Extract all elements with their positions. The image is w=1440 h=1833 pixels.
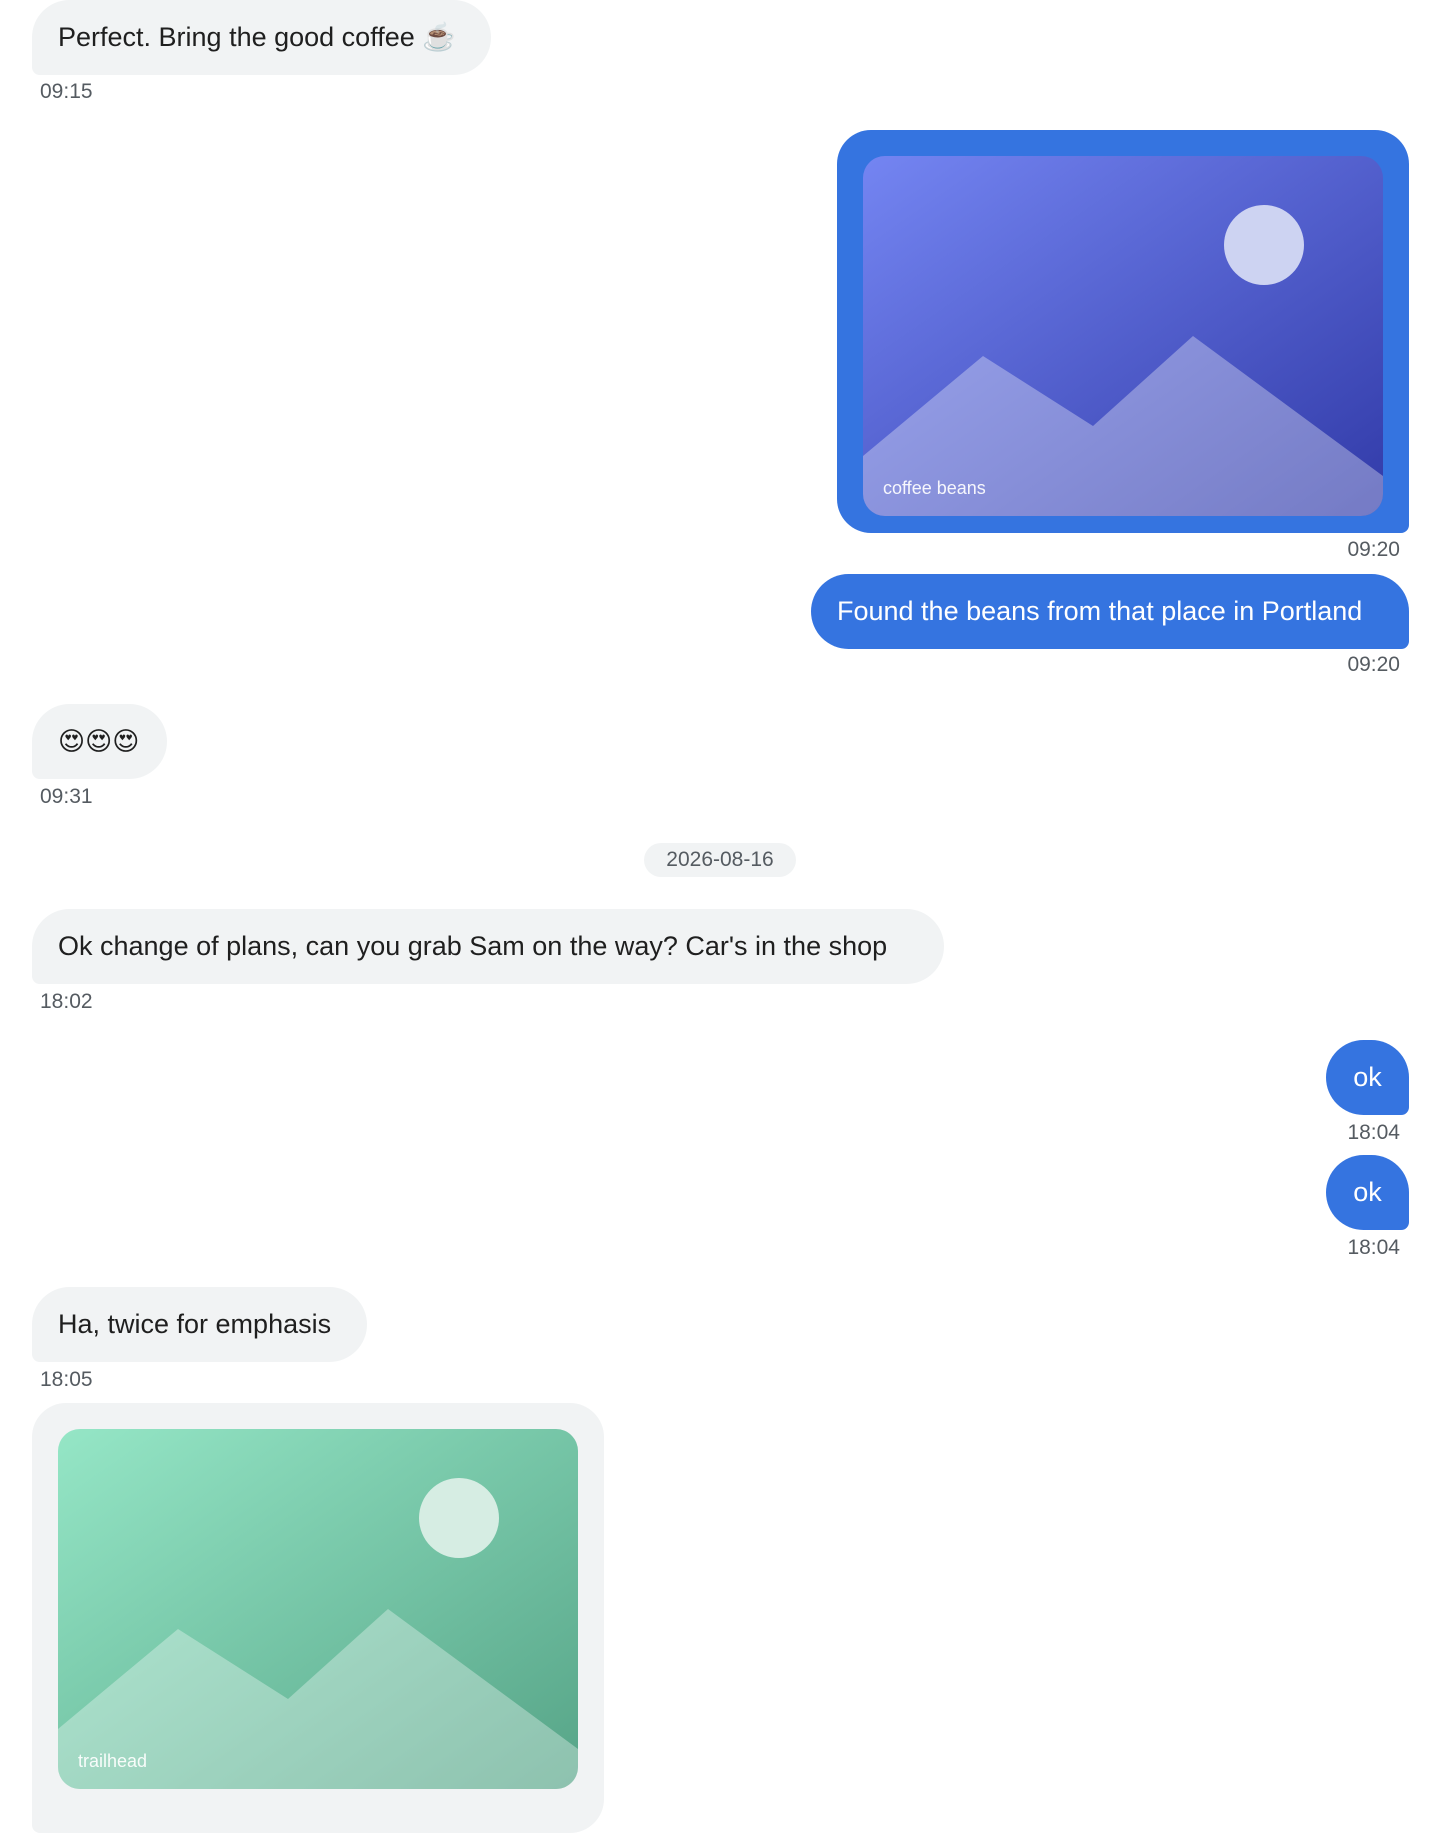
message-text: ok [1353, 1062, 1382, 1092]
message-bubble-outgoing[interactable]: Found the beans from that place in Portl… [811, 574, 1409, 649]
message-timestamp: 09:20 [1347, 653, 1400, 676]
image-caption: coffee beans [883, 478, 986, 498]
message-text: Found the beans from that place in Portl… [837, 596, 1363, 626]
message-bubble-incoming[interactable]: Ok change of plans, can you grab Sam on … [32, 909, 944, 984]
message-text: 😍😍😍 [58, 727, 140, 757]
message-bubble-incoming[interactable]: Ha, twice for emphasis [32, 1287, 367, 1362]
message-timestamp: 09:31 [40, 785, 93, 808]
message-timestamp: 18:04 [1347, 1121, 1400, 1144]
message-bubble-outgoing[interactable]: ok [1326, 1040, 1409, 1115]
message-timestamp: 18:05 [40, 1368, 93, 1391]
image-caption: trailhead [78, 1751, 148, 1771]
message-timestamp: 18:02 [40, 990, 93, 1013]
message-bubble-outgoing[interactable]: ok [1326, 1155, 1409, 1230]
chat-transcript: Perfect. Bring the good coffee ☕ 09:15 c… [0, 0, 1440, 1833]
message-bubble-incoming[interactable]: Perfect. Bring the good coffee ☕ [32, 0, 491, 75]
image-message-bubble-incoming[interactable]: trailhead [32, 1403, 604, 1833]
message-timestamp: 18:04 [1347, 1236, 1400, 1259]
image-placeholder-icon [58, 1429, 578, 1789]
message-text: Perfect. Bring the good coffee ☕ [58, 22, 456, 52]
image-attachment[interactable]: trailhead [58, 1429, 578, 1789]
message-text: ok [1353, 1177, 1382, 1207]
message-text: Ha, twice for emphasis [58, 1309, 332, 1339]
message-text: Ok change of plans, can you grab Sam on … [58, 931, 888, 961]
image-placeholder-icon [863, 156, 1383, 516]
image-message-bubble-outgoing[interactable]: coffee beans [837, 130, 1409, 533]
message-timestamp: 09:20 [1347, 538, 1400, 561]
image-attachment[interactable]: coffee beans [863, 156, 1383, 516]
message-bubble-incoming[interactable]: 😍😍😍 [32, 704, 167, 779]
message-timestamp: 09:15 [40, 80, 93, 103]
date-separator: 2026-08-16 [644, 843, 796, 877]
